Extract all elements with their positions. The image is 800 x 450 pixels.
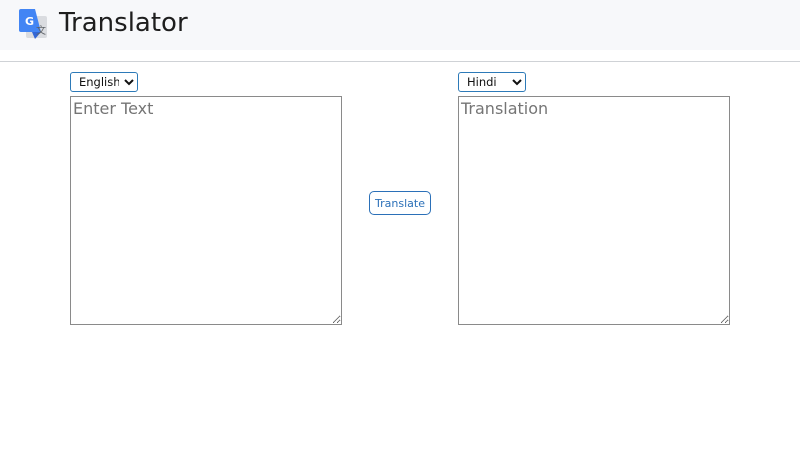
header-divider — [0, 61, 800, 62]
logo-glyph: 文 — [36, 24, 46, 37]
app-title: Translator — [59, 8, 188, 38]
source-language-select[interactable]: English — [70, 72, 138, 92]
logo-letter: G — [25, 15, 34, 28]
target-language-select[interactable]: Hindi — [458, 72, 526, 92]
google-translate-icon: G 文 — [19, 9, 47, 39]
translate-button[interactable]: Translate — [369, 191, 431, 215]
translation-output[interactable] — [458, 96, 730, 325]
source-text-input[interactable] — [70, 96, 342, 325]
app-header: G 文 Translator — [0, 0, 800, 50]
